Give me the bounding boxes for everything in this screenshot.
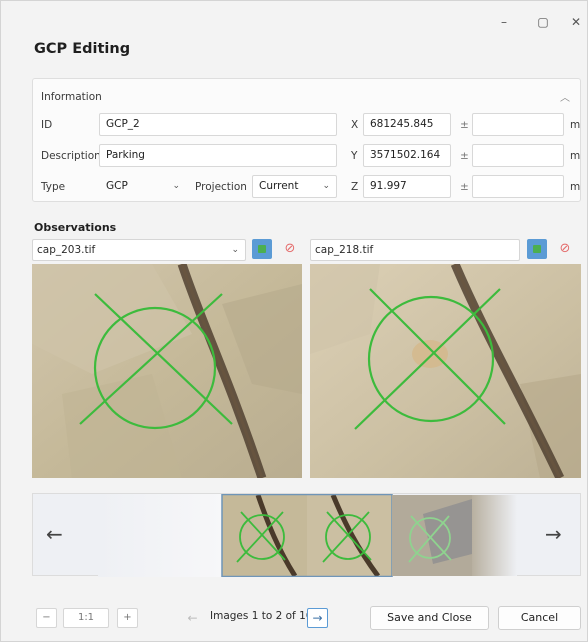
x-label: X — [351, 119, 359, 131]
projection-value: Current — [259, 180, 299, 192]
maximize-button[interactable]: ▢ — [534, 15, 552, 29]
x-pm-label: ± — [460, 119, 469, 131]
accept-icon — [533, 245, 541, 253]
description-label: Description — [41, 150, 101, 162]
information-header[interactable]: Information — [41, 91, 102, 103]
save-and-close-button[interactable]: Save and Close — [370, 606, 489, 630]
right-observation-image[interactable] — [310, 264, 581, 478]
minimize-button[interactable]: – — [495, 15, 513, 29]
page-next-button[interactable]: → — [307, 608, 328, 628]
id-field[interactable]: GCP_2 — [99, 113, 337, 136]
x-field[interactable]: 681245.845 — [363, 113, 451, 136]
type-value: GCP — [106, 180, 128, 192]
thumbnail-3[interactable] — [392, 495, 472, 576]
thumbnail-1[interactable] — [222, 494, 307, 577]
strip-prev-arrow-icon[interactable]: ← — [46, 522, 63, 546]
y-pm-label: ± — [460, 150, 469, 162]
left-reject-icon[interactable]: ⊘ — [281, 240, 299, 258]
description-field[interactable]: Parking — [99, 144, 337, 167]
x-accuracy-field[interactable] — [472, 113, 564, 136]
thumbnail-2[interactable] — [307, 494, 392, 577]
dialog-title: GCP Editing — [34, 41, 131, 57]
id-label: ID — [41, 119, 53, 131]
thumbnail-strip-svg — [98, 494, 517, 577]
observations-title: Observations — [34, 221, 117, 234]
y-unit-label: m — [570, 150, 581, 162]
right-image-select[interactable]: cap_218.tif — [310, 239, 520, 261]
projection-label: Projection — [195, 181, 247, 193]
zoom-in-button[interactable]: + — [117, 608, 138, 628]
cancel-button[interactable]: Cancel — [498, 606, 581, 630]
gcp-editing-window: – ▢ ✕ GCP Editing Information ︿ ID GCP_2… — [0, 0, 588, 642]
left-image-select[interactable]: cap_203.tif ⌄ — [32, 239, 246, 261]
accept-icon — [258, 245, 266, 253]
projection-select[interactable]: Current ⌄ — [252, 175, 337, 198]
chevron-down-icon: ⌄ — [172, 181, 180, 191]
z-label: Z — [351, 181, 359, 193]
z-field[interactable]: 91.997 — [363, 175, 451, 198]
information-panel: Information ︿ ID GCP_2 Description Parki… — [32, 78, 581, 202]
chevron-down-icon: ⌄ — [322, 181, 330, 191]
left-accept-button[interactable] — [252, 239, 272, 259]
z-accuracy-field[interactable] — [472, 175, 564, 198]
z-pm-label: ± — [460, 181, 469, 193]
chevron-up-icon[interactable]: ︿ — [560, 89, 570, 104]
left-observation-image[interactable] — [32, 264, 302, 478]
zoom-out-button[interactable]: − — [36, 608, 57, 628]
left-image-name: cap_203.tif — [37, 244, 96, 256]
z-unit-label: m — [570, 181, 581, 193]
zoom-level[interactable]: 1:1 — [63, 608, 109, 628]
right-image-name: cap_218.tif — [315, 244, 374, 256]
x-unit-label: m — [570, 119, 581, 131]
pager-text: Images 1 to 2 of 16 — [210, 610, 313, 622]
thumbnail-strip: ← → — [32, 493, 581, 577]
type-label: Type — [41, 181, 66, 193]
left-photo-svg — [32, 264, 302, 478]
type-select[interactable]: GCP ⌄ — [99, 175, 187, 198]
right-accept-button[interactable] — [527, 239, 547, 259]
y-field[interactable]: 3571502.164 — [363, 144, 451, 167]
close-button[interactable]: ✕ — [567, 15, 585, 29]
right-reject-icon[interactable]: ⊘ — [556, 240, 574, 258]
chevron-down-icon: ⌄ — [231, 245, 239, 255]
right-photo-svg — [310, 264, 581, 478]
y-label: Y — [351, 150, 358, 162]
page-prev-button[interactable]: ← — [182, 608, 203, 628]
y-accuracy-field[interactable] — [472, 144, 564, 167]
strip-next-arrow-icon[interactable]: → — [545, 522, 562, 546]
